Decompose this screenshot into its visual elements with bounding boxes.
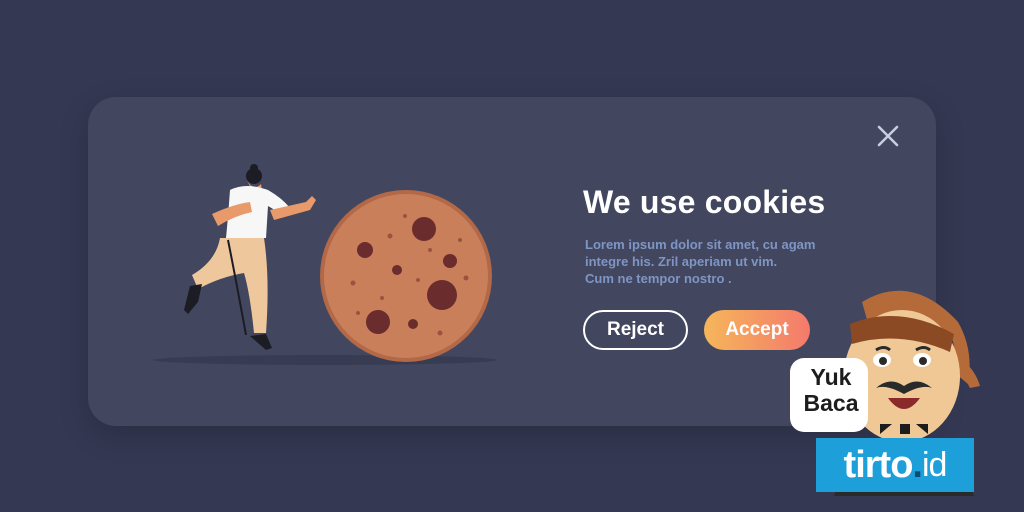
dialog-title: We use cookies — [583, 184, 826, 220]
body-line-1: Lorem ipsum dolor sit amet, cu agam — [585, 237, 816, 252]
ground-shadow — [153, 355, 497, 365]
speech-line-1: Yuk — [810, 364, 852, 390]
close-icon[interactable] — [874, 122, 902, 150]
speech-line-2: Baca — [803, 390, 859, 416]
body-line-3: Cum ne tempor nostro . — [585, 271, 732, 286]
reject-button[interactable]: Reject — [583, 310, 688, 350]
body-line-2: integre his. Zril aperiam ut vim. — [585, 254, 778, 269]
cookie — [320, 190, 492, 362]
person-figure — [184, 164, 316, 350]
logo-main: tirto — [843, 443, 914, 486]
cookie-illustration — [153, 164, 497, 365]
dialog-body-text: Lorem ipsum dolor sit amet, cu agam inte… — [585, 236, 845, 287]
logo-dot: . — [912, 443, 923, 486]
tirto-logo: tirto. id — [816, 438, 974, 492]
speech-bubble-text: Yuk Baca — [798, 364, 864, 416]
logo-suffix: id — [921, 445, 947, 484]
